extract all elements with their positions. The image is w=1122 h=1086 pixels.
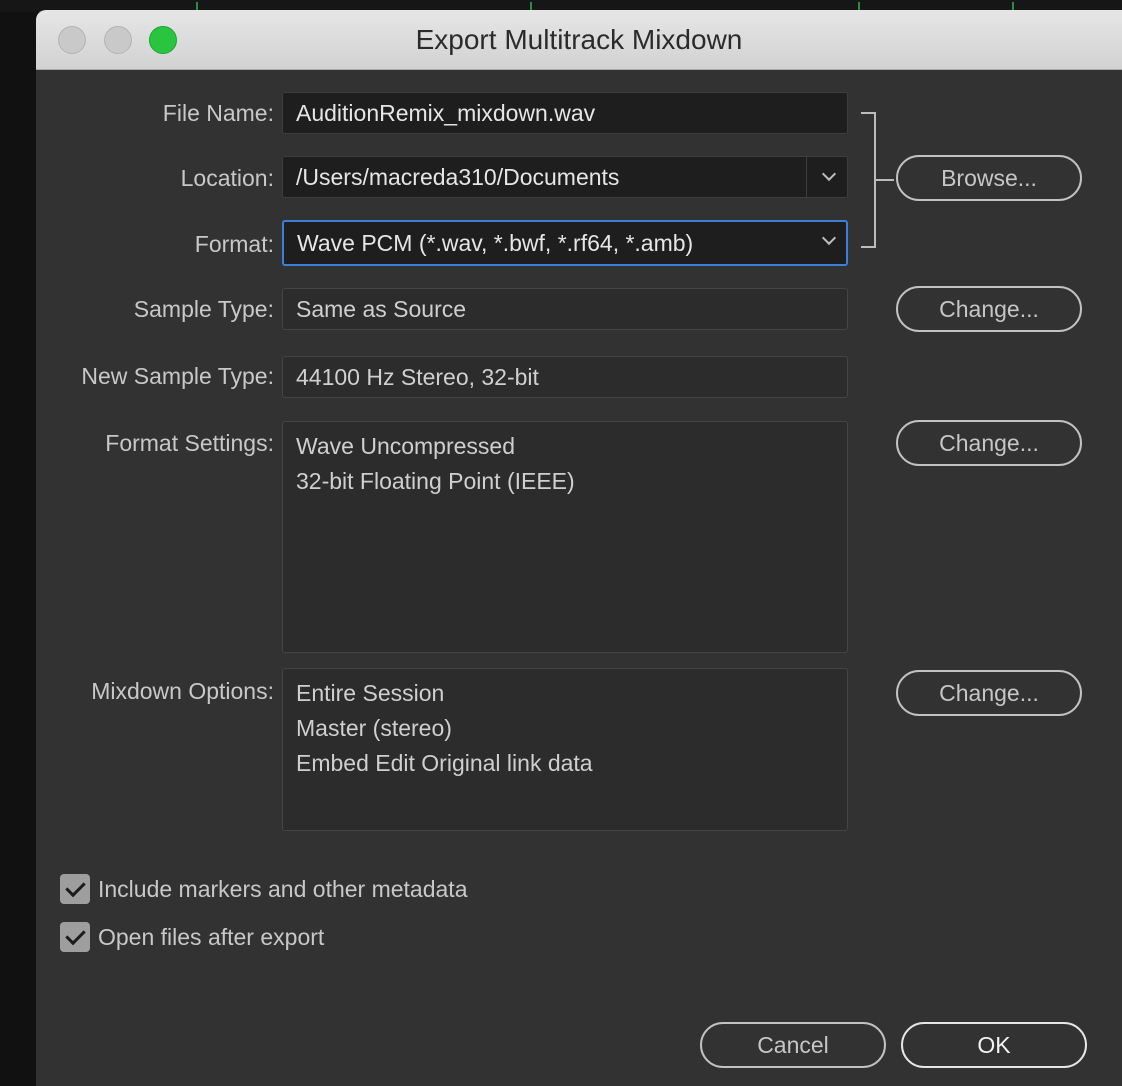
export-dialog: Export Multitrack Mixdown File Name: Aud…	[36, 10, 1122, 1086]
open-files-label: Open files after export	[98, 923, 325, 950]
dropdown-divider	[806, 157, 807, 197]
dialog-title: Export Multitrack Mixdown	[415, 24, 743, 55]
background-track-mark	[530, 2, 532, 10]
background-track-mark	[858, 2, 860, 10]
background-track-mark	[1012, 2, 1014, 10]
include-markers-checkbox-row[interactable]: Include markers and other metadata	[60, 874, 467, 904]
format-settings-label: Format Settings:	[105, 430, 274, 456]
mixdown-options-box: Entire Session Master (stereo) Embed Edi…	[282, 668, 848, 831]
chevron-down-icon[interactable]	[821, 230, 837, 246]
open-files-checkbox[interactable]	[60, 922, 90, 952]
file-name-input[interactable]: AuditionRemix_mixdown.wav	[282, 92, 848, 134]
include-markers-checkbox[interactable]	[60, 874, 90, 904]
mixdown-options-line: Master (stereo)	[296, 715, 452, 741]
browse-button[interactable]: Browse...	[896, 155, 1082, 201]
background-track-mark	[196, 2, 198, 10]
change-mixdown-options-button[interactable]: Change...	[896, 670, 1082, 716]
format-settings-line: Wave Uncompressed	[296, 433, 516, 459]
file-name-label: File Name:	[162, 100, 274, 126]
ok-button[interactable]: OK	[901, 1022, 1087, 1068]
location-value: /Users/macreda310/Documents	[296, 164, 620, 190]
location-dropdown[interactable]: /Users/macreda310/Documents	[282, 156, 848, 198]
format-value: Wave PCM (*.wav, *.bwf, *.rf64, *.amb)	[297, 230, 694, 256]
mixdown-options-label: Mixdown Options:	[91, 678, 274, 704]
file-name-value: AuditionRemix_mixdown.wav	[296, 100, 596, 126]
cancel-button[interactable]: Cancel	[700, 1022, 886, 1068]
change-sample-type-button[interactable]: Change...	[896, 286, 1082, 332]
format-dropdown[interactable]: Wave PCM (*.wav, *.bwf, *.rf64, *.amb)	[282, 220, 848, 266]
sample-type-value: Same as Source	[296, 296, 467, 322]
chevron-down-icon[interactable]	[821, 166, 837, 182]
change-format-settings-button[interactable]: Change...	[896, 420, 1082, 466]
group-bracket	[861, 112, 876, 248]
format-label: Format:	[194, 231, 274, 257]
open-files-checkbox-row[interactable]: Open files after export	[60, 922, 324, 952]
format-settings-line: 32-bit Floating Point (IEEE)	[296, 468, 575, 494]
minimize-window-button[interactable]	[104, 26, 132, 54]
sample-type-field: Same as Source	[282, 288, 848, 330]
title-bar: Export Multitrack Mixdown	[36, 10, 1122, 70]
mixdown-options-line: Entire Session	[296, 680, 445, 706]
sample-type-label: Sample Type:	[133, 296, 274, 322]
new-sample-type-field: 44100 Hz Stereo, 32-bit	[282, 356, 848, 398]
format-settings-box: Wave Uncompressed 32-bit Floating Point …	[282, 421, 848, 653]
new-sample-type-value: 44100 Hz Stereo, 32-bit	[296, 364, 539, 390]
mixdown-options-line: Embed Edit Original link data	[296, 750, 593, 776]
close-window-button[interactable]	[58, 26, 86, 54]
group-bracket-connector	[876, 179, 894, 181]
include-markers-label: Include markers and other metadata	[98, 875, 468, 902]
zoom-window-button[interactable]	[149, 26, 177, 54]
location-label: Location:	[180, 165, 274, 191]
new-sample-type-label: New Sample Type:	[81, 363, 274, 389]
